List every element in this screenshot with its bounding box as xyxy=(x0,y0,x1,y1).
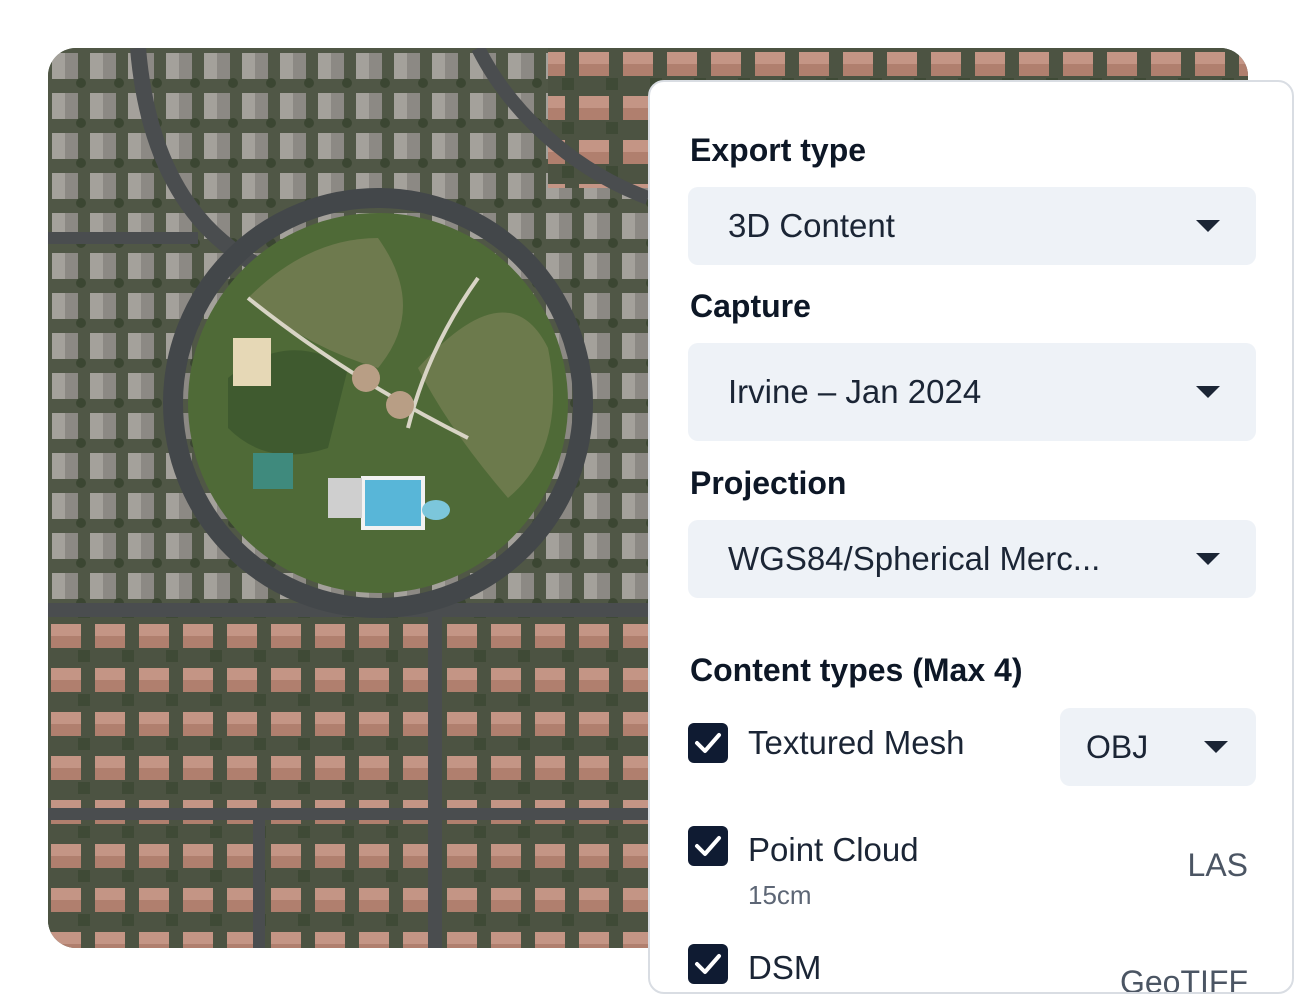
capture-select[interactable]: Irvine – Jan 2024 xyxy=(688,343,1256,441)
checkmark-icon xyxy=(695,836,721,856)
projection-value: WGS84/Spherical Merc... xyxy=(728,540,1101,577)
point-cloud-label: Point Cloud xyxy=(748,831,919,868)
export-type-label: Export type xyxy=(690,132,867,168)
projection-select[interactable]: WGS84/Spherical Merc... xyxy=(688,520,1256,598)
capture-label: Capture xyxy=(690,288,811,324)
textured-mesh-label: Textured Mesh xyxy=(748,724,965,761)
chevron-down-icon xyxy=(1196,386,1220,398)
export-settings-panel: Export type 3D Content Capture Irvine – … xyxy=(648,80,1294,994)
dsm-format: GeoTIFF xyxy=(1119,964,1248,994)
checkmark-icon xyxy=(695,733,721,753)
projection-label: Projection xyxy=(690,465,847,501)
checkmark-icon xyxy=(695,954,721,974)
chevron-down-icon xyxy=(1196,220,1220,232)
chevron-down-icon xyxy=(1196,553,1220,565)
point-cloud-checkbox[interactable] xyxy=(688,826,728,866)
point-cloud-resolution: 15cm xyxy=(748,880,812,910)
dsm-checkbox[interactable] xyxy=(688,944,728,984)
export-type-value: 3D Content xyxy=(728,207,895,244)
export-type-select[interactable]: 3D Content xyxy=(688,187,1256,265)
textured-mesh-checkbox[interactable] xyxy=(688,723,728,763)
content-types-label: Content types (Max 4) xyxy=(690,652,1023,688)
point-cloud-format: LAS xyxy=(1187,847,1248,883)
dsm-label: DSM xyxy=(748,949,822,986)
chevron-down-icon xyxy=(1204,741,1228,753)
textured-mesh-format-value: OBJ xyxy=(1086,728,1149,765)
capture-value: Irvine – Jan 2024 xyxy=(728,373,982,410)
textured-mesh-format-select[interactable]: OBJ xyxy=(1060,708,1256,786)
